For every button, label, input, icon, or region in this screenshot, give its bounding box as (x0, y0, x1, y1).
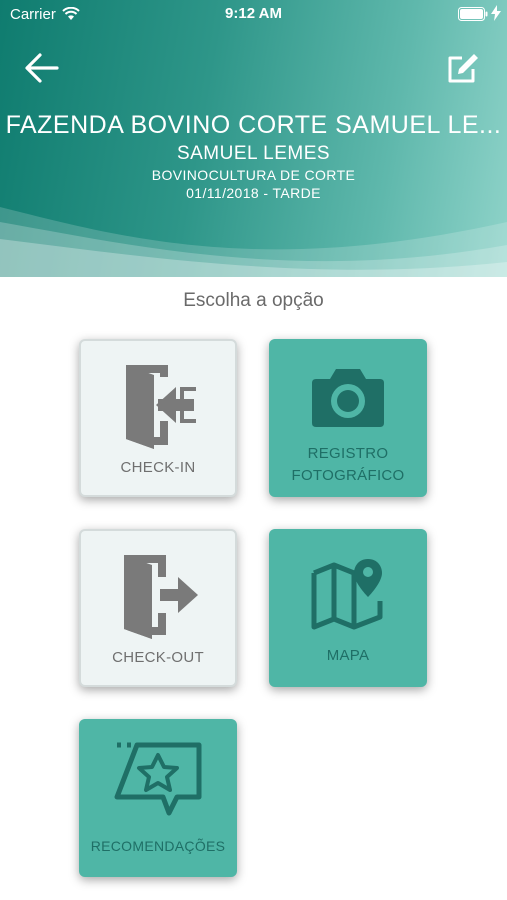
back-button[interactable] (24, 52, 62, 84)
edit-button[interactable] (444, 50, 482, 86)
header: Carrier 9:12 AM FAZENDA BOVINO CORTE SAM… (0, 0, 507, 277)
map-button[interactable]: MAPA (269, 529, 427, 687)
activity-label: BOVINOCULTURA DE CORTE (151, 167, 356, 183)
battery-icon (458, 7, 488, 21)
map-pin-icon (269, 555, 427, 633)
photo-record-button[interactable]: REGISTRO FOTOGRÁFICO (269, 339, 427, 497)
photo-record-label-line2: FOTOGRÁFICO (291, 467, 405, 484)
photo-record-label-line1: REGISTRO (307, 445, 389, 462)
camera-icon (269, 365, 427, 429)
choose-option-prompt: Escolha a opção (183, 290, 324, 311)
check-out-button[interactable]: CHECK-OUT (79, 529, 237, 687)
clock: 9:12 AM (225, 5, 282, 22)
recommendations-label: RECOMENDAÇÕES (90, 838, 226, 854)
check-in-label: CHECK-IN (120, 459, 196, 476)
check-in-button[interactable]: CHECK-IN (79, 339, 237, 497)
edit-icon (448, 54, 478, 83)
arrow-left-icon (25, 53, 59, 83)
star-message-icon (79, 741, 237, 819)
check-out-label: CHECK-OUT (112, 649, 204, 666)
recommendations-button[interactable]: RECOMENDAÇÕES (79, 719, 237, 877)
map-label: MAPA (326, 647, 370, 664)
owner-name: SAMUEL LEMES (176, 143, 331, 164)
charging-icon (491, 5, 501, 21)
farm-title: FAZENDA BOVINO CORTE SAMUEL LE... (5, 111, 502, 139)
status-bar: Carrier 9:12 AM (0, 0, 507, 28)
visit-datetime: 01/11/2018 - TARDE (186, 185, 321, 201)
photo-record-label: REGISTRO FOTOGRÁFICO (269, 443, 427, 487)
header-wave-decoration (0, 207, 507, 277)
door-exit-icon (81, 551, 235, 641)
door-enter-icon (81, 361, 235, 451)
